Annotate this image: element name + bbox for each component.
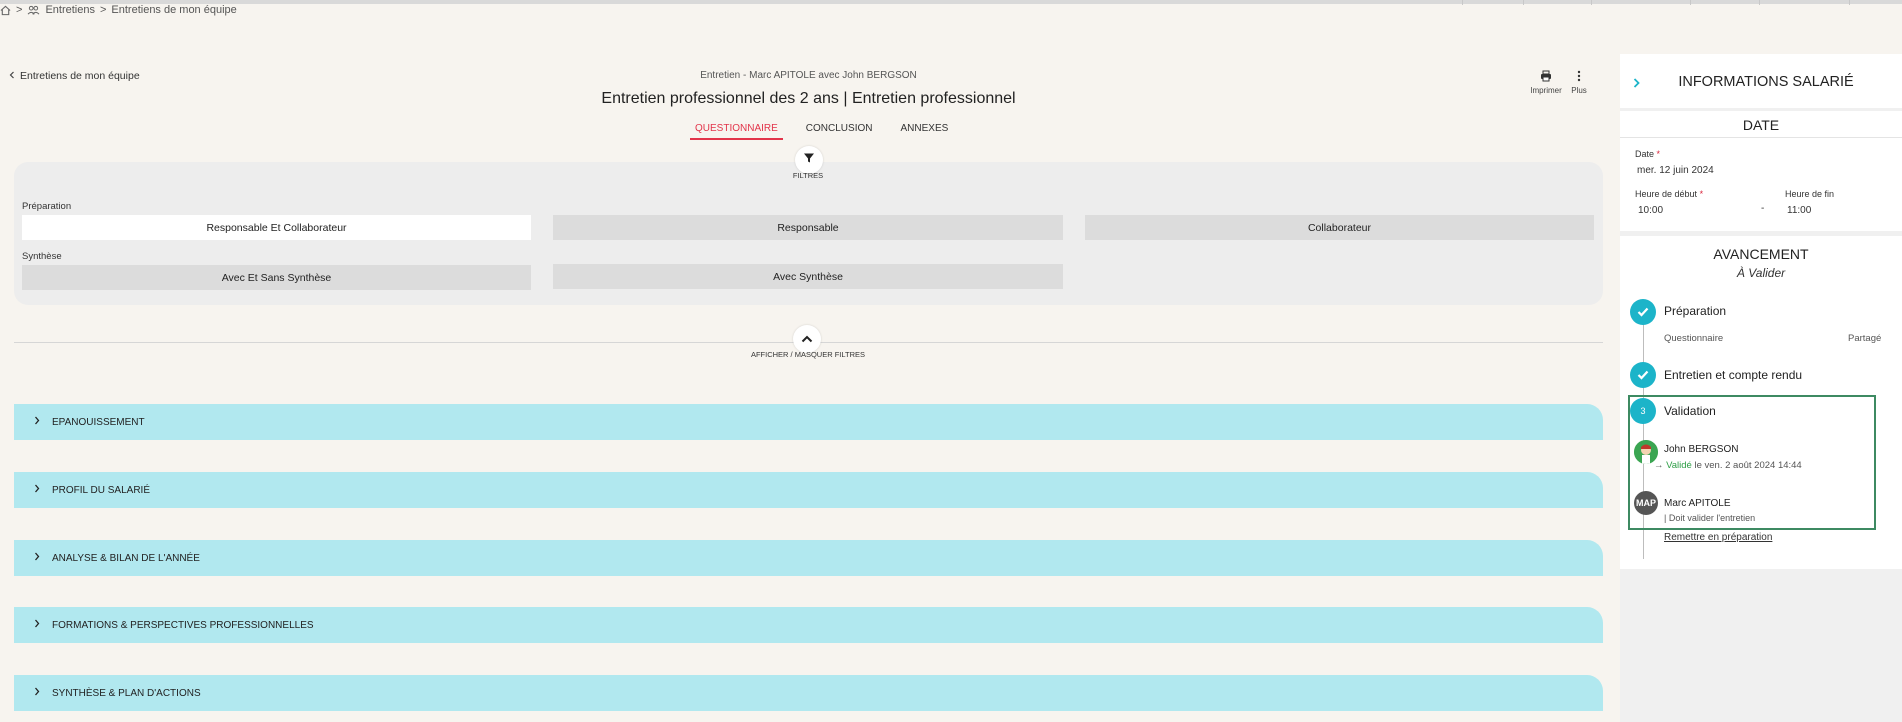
filter-option-responsable[interactable]: Responsable [553, 215, 1063, 240]
step-complete-icon [1630, 299, 1656, 325]
breadcrumb-item-entretiens[interactable]: Entretiens [45, 4, 95, 16]
chevron-right-icon [34, 552, 40, 564]
validator-name-john: John BERGSON [1664, 444, 1739, 455]
step-number-badge: 3 [1630, 398, 1656, 424]
toggle-filters-button[interactable] [793, 325, 821, 353]
step-sub-questionnaire: Questionnaire [1664, 333, 1724, 344]
date-label: Date * [1635, 149, 1661, 159]
more-vertical-icon [1561, 70, 1597, 82]
date-card-title: DATE [1742, 117, 1780, 133]
validator-name-marc: Marc APITOLE [1664, 498, 1731, 509]
filter-option-collaborateur[interactable]: Collaborateur [1085, 215, 1594, 240]
section-synthese-plan[interactable]: SYNTHÈSE & PLAN D'ACTIONS [14, 675, 1603, 711]
section-epanouissement[interactable]: EPANOUISSEMENT [14, 404, 1603, 440]
start-time-value[interactable]: 10:00 [1638, 205, 1663, 216]
breadcrumb-separator: > [99, 4, 107, 16]
page-subtitle: Entretien - Marc APITOLE avec John BERGS… [700, 70, 917, 81]
filter-option-avec-et-sans-synthese[interactable]: Avec Et Sans Synthèse [22, 265, 531, 290]
step-title-preparation: Préparation [1664, 304, 1727, 318]
more-label: Plus [1571, 86, 1587, 95]
top-divider [1591, 0, 1592, 5]
section-formations[interactable]: FORMATIONS & PERSPECTIVES PROFESSIONNELL… [14, 607, 1603, 643]
toggle-filters-label: AFFICHER / MASQUER FILTRES [750, 350, 866, 359]
reset-preparation-link[interactable]: Remettre en préparation [1664, 532, 1772, 543]
top-divider [1690, 0, 1691, 5]
synthese-label: Synthèse [22, 251, 62, 262]
step-title-entretien: Entretien et compte rendu [1664, 368, 1803, 382]
breadcrumb-item-current[interactable]: Entretiens de mon équipe [111, 4, 236, 16]
more-button[interactable]: Plus [1561, 70, 1597, 95]
end-time-label: Heure de fin [1785, 189, 1835, 199]
progress-title: AVANCEMENT [1713, 246, 1809, 262]
step-complete-icon [1630, 362, 1656, 388]
top-strip [0, 0, 1902, 4]
section-title: FORMATIONS & PERSPECTIVES PROFESSIONNELL… [52, 619, 314, 631]
filters-label: FILTRES [792, 171, 824, 180]
divider [1620, 137, 1902, 138]
section-analyse-bilan[interactable]: ANALYSE & BILAN DE L'ANNÉE [14, 540, 1603, 576]
section-title: PROFIL DU SALARIÉ [52, 484, 150, 496]
printer-icon [1528, 70, 1564, 82]
avatar-initials: MAP [1634, 491, 1658, 515]
start-time-label: Heure de début * [1635, 189, 1704, 199]
chevron-right-icon [34, 416, 40, 428]
filter-icon [803, 151, 815, 169]
print-label: Imprimer [1530, 86, 1562, 95]
people-icon [27, 5, 40, 16]
section-title: EPANOUISSEMENT [52, 416, 145, 428]
filter-option-responsable-et-collaborateur[interactable]: Responsable Et Collaborateur [22, 215, 531, 240]
section-profil-salarie[interactable]: PROFIL DU SALARIÉ [14, 472, 1603, 508]
validator-status-marc: | Doit valider l'entretien [1664, 513, 1756, 523]
filter-button[interactable] [795, 146, 823, 174]
employee-info-title: INFORMATIONS SALARIÉ [1678, 74, 1854, 90]
print-button[interactable]: Imprimer [1528, 70, 1564, 95]
section-title: SYNTHÈSE & PLAN D'ACTIONS [52, 687, 201, 699]
chevron-right-icon [34, 687, 40, 699]
top-divider [1462, 0, 1463, 5]
tab-annexes[interactable]: ANNEXES [895, 123, 953, 140]
step-sub-partage: Partagé [1848, 333, 1882, 344]
end-time-value[interactable]: 11:00 [1787, 205, 1811, 216]
top-divider [1523, 0, 1524, 5]
chevron-right-icon [34, 619, 40, 631]
tab-conclusion[interactable]: CONCLUSION [801, 123, 878, 140]
home-icon[interactable] [0, 5, 11, 16]
breadcrumb-separator: > [16, 4, 23, 16]
employee-info-header: INFORMATIONS SALARIÉ [1620, 54, 1902, 108]
top-divider [1849, 0, 1850, 5]
progress-status: À Valider [1736, 266, 1786, 280]
chevron-right-icon [34, 484, 40, 496]
filter-option-avec-synthese[interactable]: Avec Synthèse [553, 264, 1063, 289]
tab-questionnaire[interactable]: QUESTIONNAIRE [690, 123, 783, 140]
breadcrumb: > Entretiens > Entretiens de mon équipe [0, 4, 237, 16]
date-value[interactable]: mer. 12 juin 2024 [1637, 165, 1714, 176]
preparation-label: Préparation [22, 201, 72, 212]
page-title: Entretien professionnel des 2 ans | Entr… [601, 90, 1016, 107]
validator-status-john: → Validé le ven. 2 août 2024 14:44 [1654, 460, 1802, 471]
step-title-validation: Validation [1664, 404, 1716, 418]
chevron-up-icon [801, 330, 813, 348]
time-separator: - [1761, 203, 1765, 214]
top-divider [1759, 0, 1760, 5]
section-title: ANALYSE & BILAN DE L'ANNÉE [52, 552, 200, 564]
tab-bar: QUESTIONNAIRE CONCLUSION ANNEXES [690, 123, 953, 140]
